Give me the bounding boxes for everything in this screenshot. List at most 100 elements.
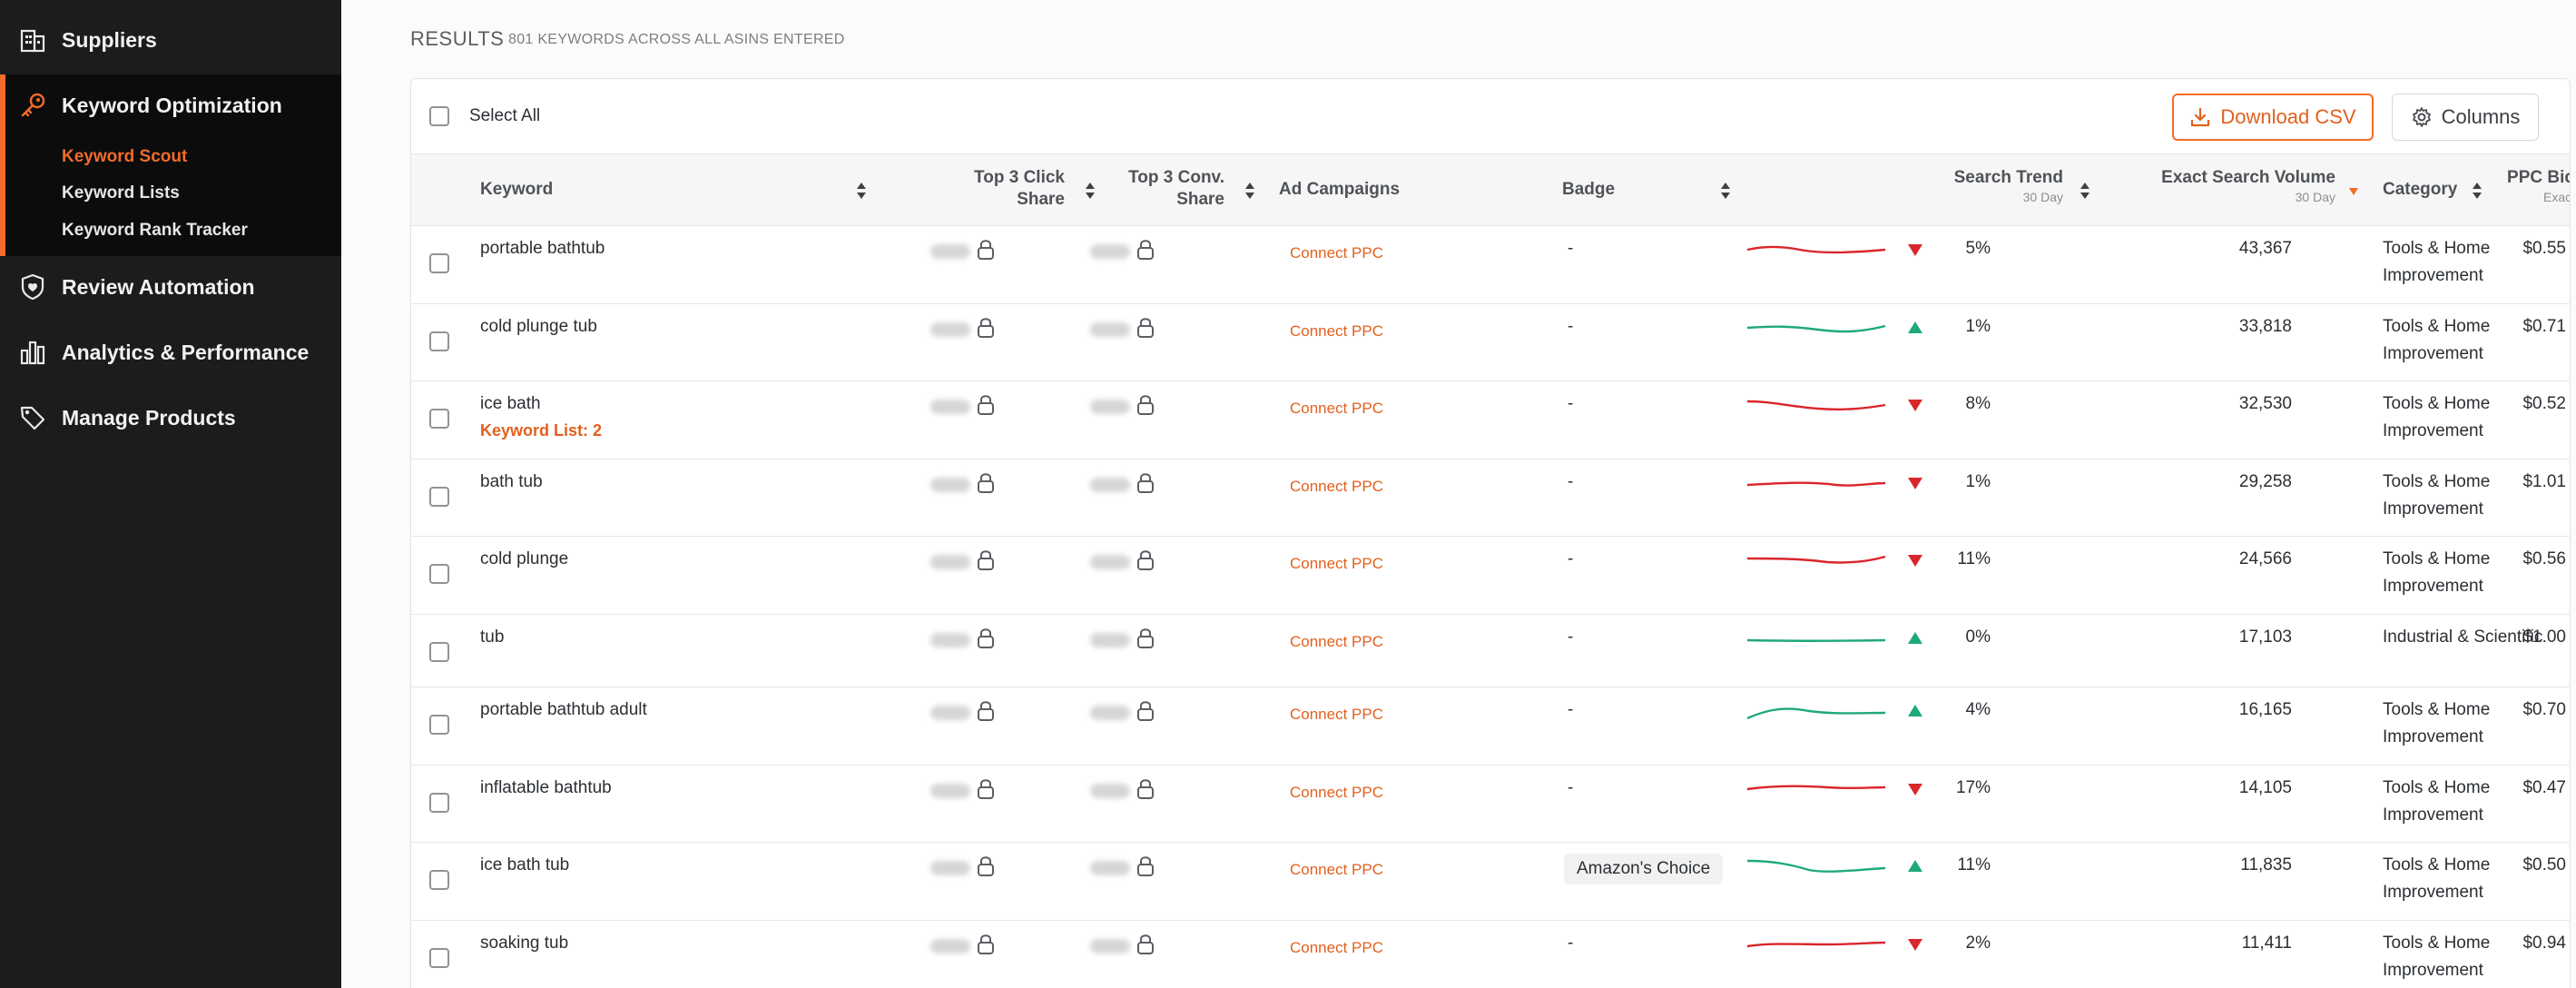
table-row[interactable]: inflatable bathtub Connect PPC - 17% 14,… xyxy=(411,766,2570,843)
table-row[interactable]: cold plunge tub Connect PPC - 1% 33,818 xyxy=(411,304,2570,381)
sidebar-item-analytics[interactable]: Analytics & Performance xyxy=(0,323,341,381)
trend-up-icon xyxy=(1908,632,1922,644)
sort-icon[interactable] xyxy=(1244,181,1255,201)
trend-percent: 1% xyxy=(1965,317,1991,336)
row-checkbox[interactable] xyxy=(429,642,449,662)
connect-ppc-link[interactable]: Connect PPC xyxy=(1290,322,1383,341)
ppc-bid-cell: $0.52 xyxy=(2522,394,2566,413)
lock-icon[interactable] xyxy=(1136,699,1155,723)
lock-icon[interactable] xyxy=(1136,933,1155,956)
header-click-share[interactable]: Top 3 Click Share xyxy=(901,167,1065,211)
connect-ppc-link[interactable]: Connect PPC xyxy=(1290,706,1383,724)
download-icon xyxy=(2191,107,2210,127)
table-row[interactable]: portable bathtub Connect PPC - 5% 43,367 xyxy=(411,226,2570,304)
sidebar-item-manage-products[interactable]: Manage Products xyxy=(0,389,341,447)
row-checkbox[interactable] xyxy=(429,331,449,351)
ppc-bid-cell: $0.50 xyxy=(2522,855,2566,874)
header-conv-share[interactable]: Top 3 Conv. Share xyxy=(1065,167,1224,211)
lock-icon[interactable] xyxy=(1136,855,1155,878)
sidebar-subitem-keyword-lists[interactable]: Keyword Lists xyxy=(62,183,180,203)
connect-ppc-link[interactable]: Connect PPC xyxy=(1290,478,1383,496)
sidebar-subitem-keyword-scout[interactable]: Keyword Scout xyxy=(62,147,187,167)
lock-icon[interactable] xyxy=(1136,548,1155,572)
header-keyword[interactable]: Keyword xyxy=(480,179,553,201)
table-row[interactable]: portable bathtub adult Connect PPC - 4% … xyxy=(411,687,2570,766)
connect-ppc-link[interactable]: Connect PPC xyxy=(1290,633,1383,651)
sort-icon[interactable] xyxy=(856,181,867,201)
header-badge[interactable]: Badge xyxy=(1562,179,1615,201)
sort-icon[interactable] xyxy=(2472,181,2483,201)
exact-volume-cell: 11,411 xyxy=(2241,934,2292,953)
lock-icon[interactable] xyxy=(976,627,996,650)
columns-button[interactable]: Columns xyxy=(2392,94,2539,141)
connect-ppc-link[interactable]: Connect PPC xyxy=(1290,784,1383,802)
sort-icon[interactable] xyxy=(2079,181,2090,201)
row-checkbox[interactable] xyxy=(429,870,449,890)
row-checkbox[interactable] xyxy=(429,253,449,273)
row-checkbox[interactable] xyxy=(429,948,449,968)
header-category[interactable]: Category xyxy=(2383,179,2457,201)
lock-icon[interactable] xyxy=(976,699,996,723)
row-checkbox[interactable] xyxy=(429,793,449,813)
sidebar-item-suppliers[interactable]: Suppliers xyxy=(0,11,341,69)
keyword-cell: ice bath tub xyxy=(480,855,570,874)
lock-icon[interactable] xyxy=(1136,627,1155,650)
lock-icon[interactable] xyxy=(1136,316,1155,340)
lock-icon[interactable] xyxy=(1136,777,1155,801)
blurred-click-share xyxy=(930,861,970,875)
blurred-click-share xyxy=(930,939,970,953)
lock-icon[interactable] xyxy=(976,777,996,801)
keyword-list-link[interactable]: Keyword List: 2 xyxy=(480,421,602,440)
download-csv-button[interactable]: Download CSV xyxy=(2172,94,2374,141)
sidebar-item-review-automation[interactable]: Review Automation xyxy=(0,258,341,316)
lock-icon[interactable] xyxy=(1136,238,1155,262)
ppc-bid-cell: $0.55 xyxy=(2522,239,2566,258)
header-search-trend[interactable]: Search Trend 30 Day xyxy=(1900,167,2063,205)
blurred-conv-share xyxy=(1090,400,1130,414)
sort-icon[interactable] xyxy=(1720,181,1731,201)
header-ppc-bid[interactable]: PPC Bid Exact xyxy=(2490,167,2570,205)
lock-icon[interactable] xyxy=(976,855,996,878)
blurred-conv-share xyxy=(1090,555,1130,569)
trend-up-icon xyxy=(1908,321,1922,333)
lock-icon[interactable] xyxy=(976,548,996,572)
blurred-click-share xyxy=(930,322,970,337)
trend-percent: 11% xyxy=(1957,549,1991,568)
table-row[interactable]: bath tub Connect PPC - 1% 29,258 Tools &… xyxy=(411,459,2570,537)
search-trend-sparkline xyxy=(1746,638,1886,642)
lock-icon[interactable] xyxy=(976,238,996,262)
connect-ppc-link[interactable]: Connect PPC xyxy=(1290,555,1383,573)
sidebar-item-label: Review Automation xyxy=(62,274,255,299)
connect-ppc-link[interactable]: Connect PPC xyxy=(1290,400,1383,418)
row-checkbox[interactable] xyxy=(429,564,449,584)
lock-icon[interactable] xyxy=(1136,471,1155,495)
table-row[interactable]: ice bath Keyword List: 2 Connect PPC - 8… xyxy=(411,381,2570,459)
badge-cell: - xyxy=(1568,239,1574,258)
lock-icon[interactable] xyxy=(976,393,996,417)
search-trend-sparkline xyxy=(1746,707,1886,720)
lock-icon[interactable] xyxy=(1136,393,1155,417)
table-row[interactable]: ice bath tub Connect PPC Amazon's Choice… xyxy=(411,843,2570,921)
lock-icon[interactable] xyxy=(976,471,996,495)
blurred-conv-share xyxy=(1090,322,1130,337)
table-row[interactable]: cold plunge Connect PPC - 11% 24,566 Too… xyxy=(411,537,2570,615)
row-checkbox[interactable] xyxy=(429,715,449,735)
connect-ppc-link[interactable]: Connect PPC xyxy=(1290,244,1383,262)
header-exact-volume[interactable]: Exact Search Volume 30 Day xyxy=(2099,167,2335,205)
sidebar-subitem-keyword-rank-tracker[interactable]: Keyword Rank Tracker xyxy=(62,221,248,241)
header-conv-share-line2: Share xyxy=(1176,190,1224,209)
row-checkbox[interactable] xyxy=(429,409,449,429)
lock-icon[interactable] xyxy=(976,316,996,340)
select-all-checkbox[interactable] xyxy=(429,106,449,126)
lock-icon[interactable] xyxy=(976,933,996,956)
connect-ppc-link[interactable]: Connect PPC xyxy=(1290,861,1383,879)
sort-desc-icon[interactable] xyxy=(2348,187,2359,196)
bar-chart-icon xyxy=(20,341,45,365)
sidebar-item-keyword-optimization[interactable]: Keyword Optimization xyxy=(0,76,341,134)
row-checkbox[interactable] xyxy=(429,487,449,507)
blurred-click-share xyxy=(930,244,970,259)
connect-ppc-link[interactable]: Connect PPC xyxy=(1290,939,1383,957)
table-row[interactable]: soaking tub Connect PPC - 2% 11,411 Tool… xyxy=(411,921,2570,988)
table-row[interactable]: tub Connect PPC - 0% 17,103 Industrial &… xyxy=(411,615,2570,687)
search-trend-sparkline xyxy=(1746,785,1886,791)
